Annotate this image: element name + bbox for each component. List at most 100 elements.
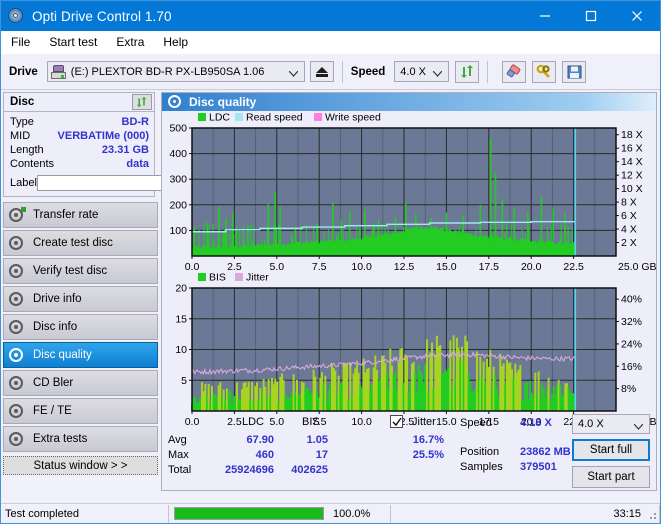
svg-text:16 X: 16 X (621, 143, 643, 155)
disc-row-contents-value: data (126, 158, 149, 170)
save-button[interactable] (562, 60, 587, 83)
disc-test-icon (9, 207, 26, 223)
stats-total-bis: 402625 (291, 464, 328, 476)
svg-text:16%: 16% (621, 361, 642, 373)
svg-text:14 X: 14 X (621, 156, 643, 168)
disc-quality-icon (168, 95, 182, 109)
disc-row-length: Length 23.31 GB (10, 143, 149, 157)
status-time: 33:15 (391, 504, 660, 523)
stats-samples-value: 379501 (520, 461, 557, 473)
disc-test-icon (9, 263, 25, 279)
disc-row-length-value: 23.31 GB (101, 144, 149, 156)
sidebar-item-disc-quality[interactable]: Disc quality (3, 342, 158, 368)
disc-test-icon (9, 375, 25, 391)
sidebar-item-label: Disc info (33, 321, 78, 333)
stats-avg-bis: 1.05 (306, 434, 328, 446)
stats-col-bis: BIS (302, 416, 320, 428)
stats-row-max-key: Max (168, 449, 189, 461)
disc-icon (7, 7, 25, 25)
erase-button[interactable] (502, 60, 527, 83)
sidebar-item-transfer-rate[interactable]: Transfer rate (3, 202, 158, 228)
svg-text:15: 15 (175, 313, 187, 325)
stats-row-avg-key: Avg (168, 434, 187, 446)
disc-quality-panel: Disc quality 100 200 300 400 500 2 X4 X 6 X8 X… (161, 92, 657, 491)
drive-select-value: (E:) PLEXTOR BD-R PX-LB950SA 1.06 (70, 65, 265, 78)
maximize-icon[interactable] (568, 1, 614, 31)
resize-grip-icon[interactable] (646, 509, 658, 521)
sidebar-item-label: Extra tests (33, 433, 88, 445)
svg-text:Read speed: Read speed (246, 112, 303, 124)
status-window-button[interactable]: Status window > > (3, 456, 158, 475)
sidebar-item-verify-test-disc[interactable]: Verify test disc (3, 258, 158, 284)
svg-text:6 X: 6 X (621, 210, 637, 222)
sidebar-item-drive-info[interactable]: Drive info (3, 286, 158, 312)
status-percent: 100.0% (329, 504, 391, 523)
svg-text:5: 5 (181, 375, 187, 387)
page-title: Disc quality (189, 95, 257, 109)
menu-start-test[interactable]: Start test (49, 34, 107, 50)
chevron-down-icon (432, 68, 443, 80)
test-speed-select[interactable]: 4.0 X (572, 414, 650, 434)
disc-row-type: Type BD-R (10, 115, 149, 129)
toolbar: Drive (E:) PLEXTOR BD-R PX-LB950SA 1.06 … (1, 54, 660, 90)
menu-help[interactable]: Help (163, 34, 198, 50)
main-body: Disc Type BD-R MID VERBATIMe (000) Lengt… (1, 90, 660, 493)
svg-text:32%: 32% (621, 316, 642, 328)
disc-box-title: Disc (10, 96, 35, 108)
refresh-button[interactable] (455, 60, 480, 83)
progress-bar (174, 507, 324, 520)
stats-col-ldc: LDC (242, 416, 265, 428)
disc-properties: Type BD-R MID VERBATIMe (000) Length 23.… (4, 112, 238, 196)
drive-select[interactable]: (E:) PLEXTOR BD-R PX-LB950SA 1.06 (46, 61, 305, 82)
chevron-down-icon (288, 68, 299, 80)
sidebar-item-extra-tests[interactable]: Extra tests (3, 426, 158, 452)
minimize-icon[interactable] (522, 1, 568, 31)
speed-select-value: 4.0 X (400, 65, 426, 78)
speed-label: Speed (350, 65, 386, 78)
jitter-checkbox[interactable] (390, 415, 403, 428)
svg-text:8 X: 8 X (621, 197, 637, 209)
stats-total-ldc: 25924696 (225, 464, 274, 476)
start-full-button[interactable]: Start full (572, 439, 650, 461)
test-speed-value: 4.0 X (578, 418, 604, 430)
refresh-icon (136, 96, 147, 108)
sidebar: Disc Type BD-R MID VERBATIMe (000) Lengt… (1, 90, 238, 493)
menu-file[interactable]: File (11, 34, 40, 50)
disc-refresh-button[interactable] (132, 94, 152, 110)
toolbar-divider-2 (487, 60, 489, 83)
start-part-button[interactable]: Start part (572, 466, 650, 488)
sidebar-item-disc-info[interactable]: Disc info (3, 314, 158, 340)
chevron-down-icon (633, 421, 644, 433)
sidebar-item-cd-bler[interactable]: CD Bler (3, 370, 158, 396)
menu-extra[interactable]: Extra (116, 34, 154, 50)
stats-speed-key: Speed (460, 417, 492, 429)
sidebar-item-label: Disc quality (33, 349, 92, 361)
sidebar-item-fe-te[interactable]: FE / TE (3, 398, 158, 424)
chart-bis-jitter: 51015208%16%24%32%40%0.0 2.5 5.0 7.5 10.0 12.… (175, 272, 656, 429)
sidebar-item-label: FE / TE (33, 405, 72, 417)
svg-text:500: 500 (169, 123, 187, 135)
charts-container: 100 200 300 400 500 2 X4 X6 X8 X 10 X 12 X 14 X1… (162, 111, 656, 429)
disc-row-mid-key: MID (10, 130, 31, 142)
stats-row-total-key: Total (168, 464, 192, 476)
tools-button[interactable] (532, 60, 557, 83)
sidebar-item-create-test-disc[interactable]: Create test disc (3, 230, 158, 256)
stats-max-jitter: 25.5% (412, 449, 444, 461)
svg-text:LDC: LDC (209, 112, 230, 124)
svg-text:Jitter: Jitter (246, 272, 269, 284)
drive-icon (50, 64, 66, 79)
disc-row-type-key: Type (10, 116, 34, 128)
svg-text:BIS: BIS (209, 272, 226, 284)
speed-select[interactable]: 4.0 X (394, 61, 450, 82)
svg-text:100: 100 (169, 225, 187, 237)
disc-label-key: Label (10, 177, 37, 189)
eraser-icon (507, 64, 521, 78)
close-icon[interactable] (614, 1, 660, 31)
disc-row-contents-key: Contents (10, 158, 55, 170)
svg-text:18 X: 18 X (621, 129, 643, 141)
disc-test-icon (9, 347, 25, 363)
sidebar-item-label: Transfer rate (33, 209, 99, 221)
eject-button[interactable] (309, 61, 334, 82)
svg-text:12 X: 12 X (621, 170, 643, 182)
svg-text:20: 20 (175, 283, 187, 295)
